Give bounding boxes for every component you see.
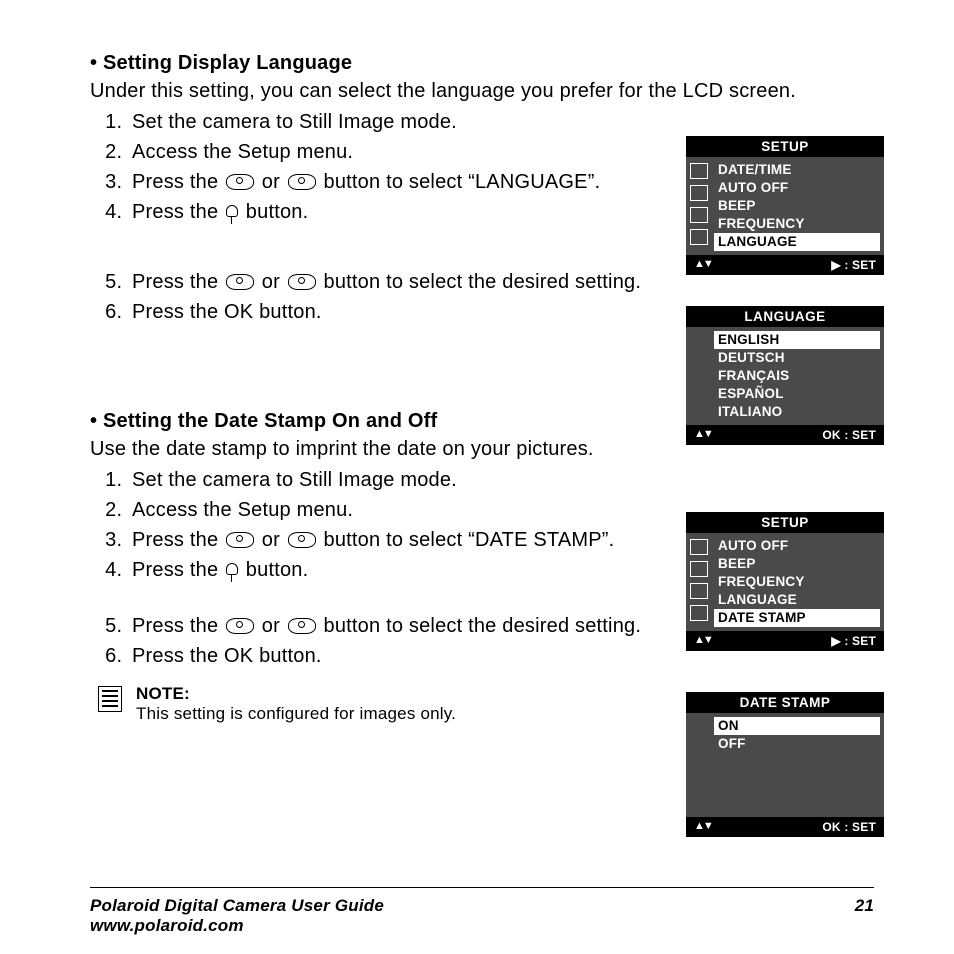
up-button-icon xyxy=(226,532,254,548)
lcd-item: FRANÇAIS xyxy=(714,367,880,385)
right-button-icon xyxy=(226,563,238,583)
lcd-title: SETUP xyxy=(686,136,884,157)
note-icon xyxy=(98,686,122,712)
lcd-title: SETUP xyxy=(686,512,884,533)
lcd-item: BEEP xyxy=(714,555,880,573)
lcd-foot-hint: ▶ : SET xyxy=(831,258,876,272)
lcd-item-selected: DATE STAMP xyxy=(714,609,880,627)
up-button-icon xyxy=(226,174,254,190)
page-footer: Polaroid Digital Camera User Guide www.p… xyxy=(0,887,954,936)
lcd-item: ESPAÑOL xyxy=(714,385,880,403)
lcd-tab-icons xyxy=(690,161,714,251)
lcd-foot-hint: OK : SET xyxy=(822,820,876,834)
section1-heading: • Setting Display Language xyxy=(90,52,884,75)
note-body: This setting is configured for images on… xyxy=(136,704,456,724)
lcd-language-list: LANGUAGE ENGLISH DEUTSCH FRANÇAIS ESPAÑO… xyxy=(686,306,884,445)
lcd-datestamp-options: DATE STAMP ON OFF ▲▼ OK : SET xyxy=(686,692,884,837)
up-button-icon xyxy=(226,618,254,634)
lcd-item-selected: ON xyxy=(714,717,880,735)
note-heading: NOTE: xyxy=(136,684,456,704)
step: Set the camera to Still Image mode. xyxy=(128,466,884,494)
lcd-foot-hint: ▶ : SET xyxy=(831,634,876,648)
down-button-icon xyxy=(288,274,316,290)
updown-icon: ▲▼ xyxy=(694,258,712,272)
lcd-item: OFF xyxy=(714,735,880,753)
up-button-icon xyxy=(226,274,254,290)
updown-icon: ▲▼ xyxy=(694,428,712,442)
footer-title: Polaroid Digital Camera User Guide xyxy=(90,896,384,916)
lcd-tab-icons xyxy=(690,537,714,627)
updown-icon: ▲▼ xyxy=(694,820,712,834)
lcd-item: FREQUENCY xyxy=(714,215,880,233)
lcd-setup-language: SETUP DATE/TIME AUTO OFF BEEP FREQUENCY … xyxy=(686,136,884,275)
page-number: 21 xyxy=(855,896,874,936)
lcd-title: LANGUAGE xyxy=(686,306,884,327)
lcd-item: DEUTSCH xyxy=(714,349,880,367)
lcd-item: AUTO OFF xyxy=(714,179,880,197)
lcd-item: LANGUAGE xyxy=(714,591,880,609)
lcd-item: AUTO OFF xyxy=(714,537,880,555)
lcd-item: ITALIANO xyxy=(714,403,880,421)
lcd-item-selected: ENGLISH xyxy=(714,331,880,349)
right-button-icon xyxy=(226,205,238,225)
lcd-foot-hint: OK : SET xyxy=(822,428,876,442)
lcd-setup-datestamp: SETUP AUTO OFF BEEP FREQUENCY LANGUAGE D… xyxy=(686,512,884,651)
lcd-item: BEEP xyxy=(714,197,880,215)
down-button-icon xyxy=(288,618,316,634)
lcd-title: DATE STAMP xyxy=(686,692,884,713)
down-button-icon xyxy=(288,532,316,548)
lcd-item-selected: LANGUAGE xyxy=(714,233,880,251)
lcd-item: FREQUENCY xyxy=(714,573,880,591)
step: Set the camera to Still Image mode. xyxy=(128,108,884,136)
lcd-item: DATE/TIME xyxy=(714,161,880,179)
updown-icon: ▲▼ xyxy=(694,634,712,648)
section1-intro: Under this setting, you can select the l… xyxy=(90,79,884,104)
down-button-icon xyxy=(288,174,316,190)
footer-url: www.polaroid.com xyxy=(90,916,384,936)
